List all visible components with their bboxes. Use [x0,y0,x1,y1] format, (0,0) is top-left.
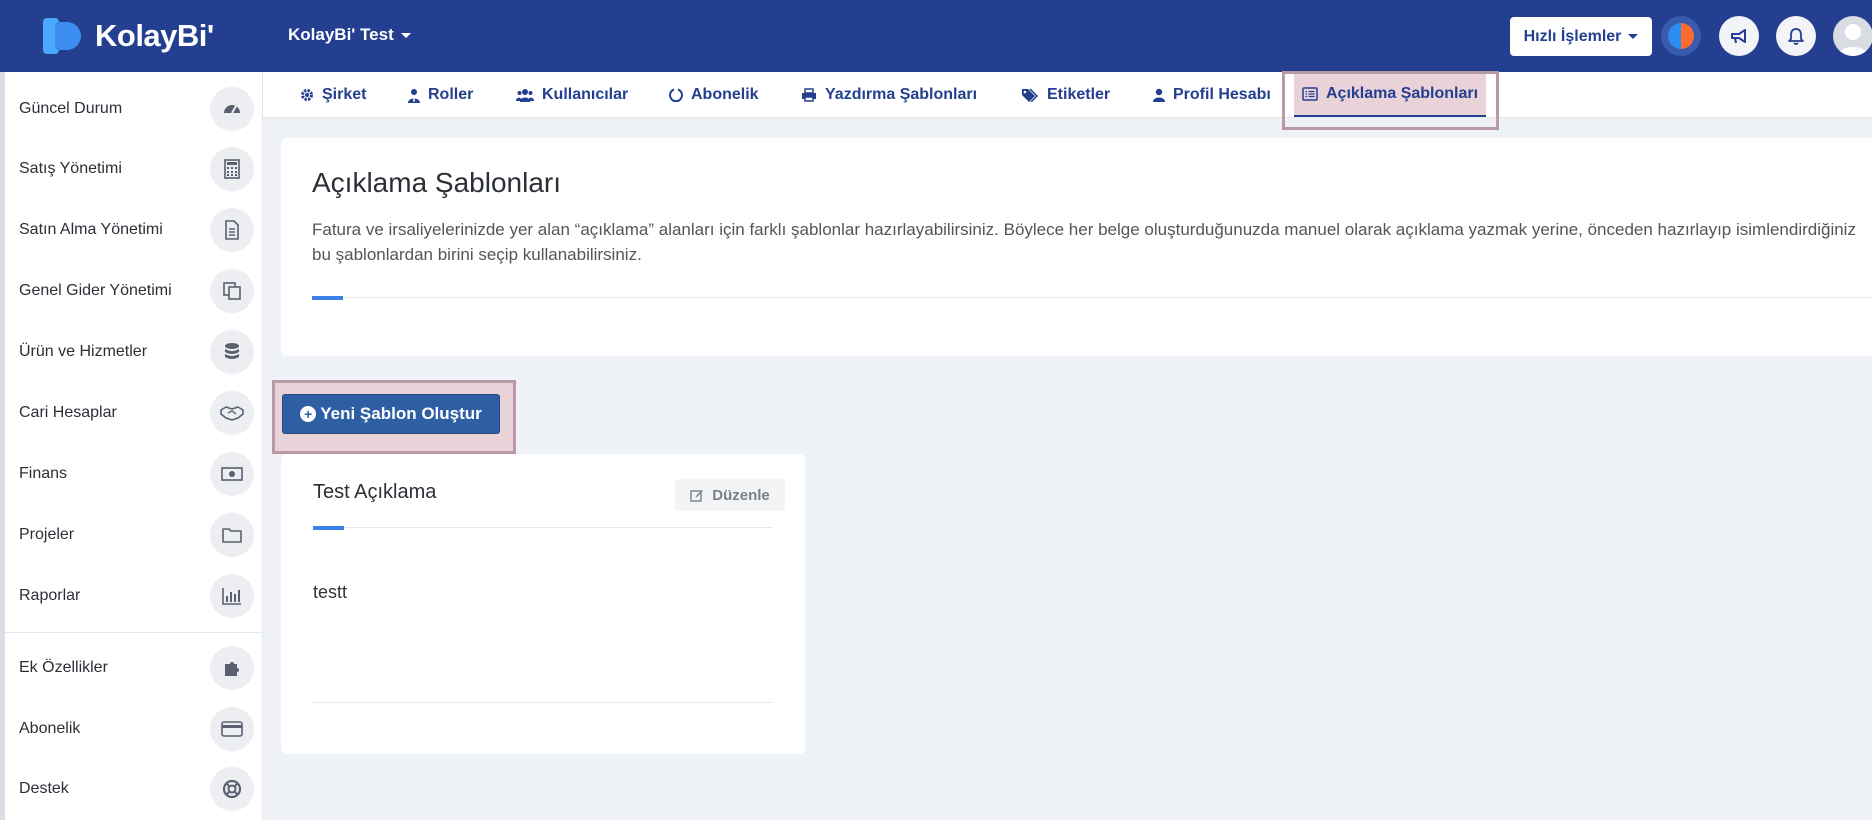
puzzle-icon [210,646,254,690]
sidebar-item-label: Projeler [19,526,75,543]
sidebar-item-abonelik[interactable]: Abonelik [5,704,262,754]
tab-label: Abonelik [691,86,759,103]
tab-label: Etiketler [1047,86,1111,103]
dashboard-gauge-icon [210,87,254,131]
database-icon [210,330,254,374]
top-navbar: KolayBi' KolayBi' Test Hızlı İşlemler [0,0,1872,72]
handshake-icon [210,391,254,435]
sidebar-item-label: Satın Alma Yönetimi [19,221,163,238]
announcements-button[interactable] [1719,16,1759,56]
lifebuoy-icon [210,767,254,811]
panel-divider [312,297,1872,298]
print-icon [802,88,816,102]
sidebar-item-cari-hesaplar[interactable]: Cari Hesaplar [5,388,262,438]
sidebar-item-satin-alma[interactable]: Satın Alma Yönetimi [5,205,262,255]
money-icon [210,452,254,496]
user-avatar[interactable] [1833,16,1872,56]
tab-roller[interactable]: Roller [408,72,473,118]
credit-card-icon [210,707,254,751]
app-switcher-button[interactable] [1661,16,1701,56]
sidebar: Güncel Durum Satış Yönetimi Satın Alma Y… [0,72,263,820]
tab-label: Şirket [322,86,367,103]
sidebar-item-label: Satış Yönetimi [19,160,122,177]
company-selector[interactable]: KolayBi' Test [288,25,411,45]
sidebar-item-guncel-durum[interactable]: Güncel Durum [5,84,262,134]
calculator-icon [210,147,254,191]
kolaybi-logo[interactable]: KolayBi' [43,18,214,54]
copy-icon [210,269,254,313]
quick-actions-button[interactable]: Hızlı İşlemler [1510,17,1652,56]
sidebar-item-urun-hizmetler[interactable]: Ürün ve Hizmetler [5,327,262,377]
info-panel: Açıklama Şablonları Fatura ve irsaliyele… [281,138,1872,356]
sidebar-item-label: Destek [19,780,69,797]
new-template-button[interactable]: + Yeni Şablon Oluştur [282,394,500,434]
template-card: Test Açıklama Düzenle testt [281,454,805,754]
tab-yazdirma-sablonlari[interactable]: Yazdırma Şablonları [801,72,977,118]
card-accent-bar [313,526,344,530]
page-title: Açıklama Şablonları [312,167,562,198]
logo-mark-icon [43,18,83,54]
sidebar-item-label: Raporlar [19,587,81,604]
edit-icon [690,490,704,502]
notifications-button[interactable] [1776,16,1816,56]
panel-accent-bar [312,296,343,300]
document-icon [210,208,254,252]
template-title: Test Açıklama [313,481,437,503]
users-icon [516,89,534,102]
template-body: testt [313,582,348,602]
sidebar-item-label: Cari Hesaplar [19,404,117,421]
edit-label: Düzenle [712,486,770,504]
sidebar-item-projeler[interactable]: Projeler [5,510,262,560]
folder-icon [210,513,254,557]
settings-tabbar: Şirket Roller Kullanıcılar Abonelik Yazd… [263,72,1872,118]
bar-chart-icon [210,574,254,618]
sidebar-item-satis-yonetimi[interactable]: Satış Yönetimi [5,144,262,194]
bell-icon [1788,28,1804,45]
megaphone-icon [1731,29,1746,44]
tab-label: Kullanıcılar [542,86,629,103]
sidebar-item-raporlar[interactable]: Raporlar [5,571,262,621]
tab-label: Roller [428,86,474,103]
gear-icon [301,89,313,101]
edit-button[interactable]: Düzenle [675,479,785,511]
quick-actions-label: Hızlı İşlemler [1523,27,1622,45]
caret-down-icon [400,33,411,39]
card-footer-divider [313,702,773,703]
tags-icon [1022,88,1039,102]
sidebar-item-label: Genel Gider Yönetimi [19,282,172,299]
user-icon [1153,88,1165,102]
sidebar-item-label: Ürün ve Hizmetler [19,343,148,360]
sidebar-item-label: Ek Özellikler [19,659,108,676]
sidebar-divider [5,632,262,633]
sidebar-item-genel-gider[interactable]: Genel Gider Yönetimi [5,266,262,316]
tab-etiketler[interactable]: Etiketler [1021,72,1110,118]
card-divider [313,527,773,528]
company-name: KolayBi' Test [288,25,394,44]
tab-kullanicilar[interactable]: Kullanıcılar [516,72,628,118]
sidebar-item-destek[interactable]: Destek [5,764,262,814]
sidebar-item-finans[interactable]: Finans [5,449,262,499]
circle-notch-icon [669,88,683,102]
sidebar-item-ek-ozellikler[interactable]: Ek Özellikler [5,643,262,693]
sidebar-item-label: Abonelik [19,720,81,737]
sidebar-item-label: Finans [19,465,68,482]
tab-abonelik[interactable]: Abonelik [669,72,759,118]
plus-circle-icon: + [300,406,317,422]
tab-sirket[interactable]: Şirket [300,72,366,118]
app-logo-icon [1668,23,1694,49]
user-tie-icon [408,88,420,103]
tab-label: Yazdırma Şablonları [825,86,978,103]
new-template-label: Yeni Şablon Oluştur [320,404,482,423]
tab-profil-hesabi[interactable]: Profil Hesabı [1153,72,1271,118]
logo-text: KolayBi' [95,18,214,53]
active-tab-highlight [1282,71,1499,130]
page-description: Fatura ve irsaliyelerinizde yer alan “aç… [312,220,1856,264]
tab-label: Profil Hesabı [1173,86,1271,103]
caret-down-icon [1628,34,1639,39]
avatar-icon [1838,24,1868,56]
sidebar-item-label: Güncel Durum [19,100,123,117]
